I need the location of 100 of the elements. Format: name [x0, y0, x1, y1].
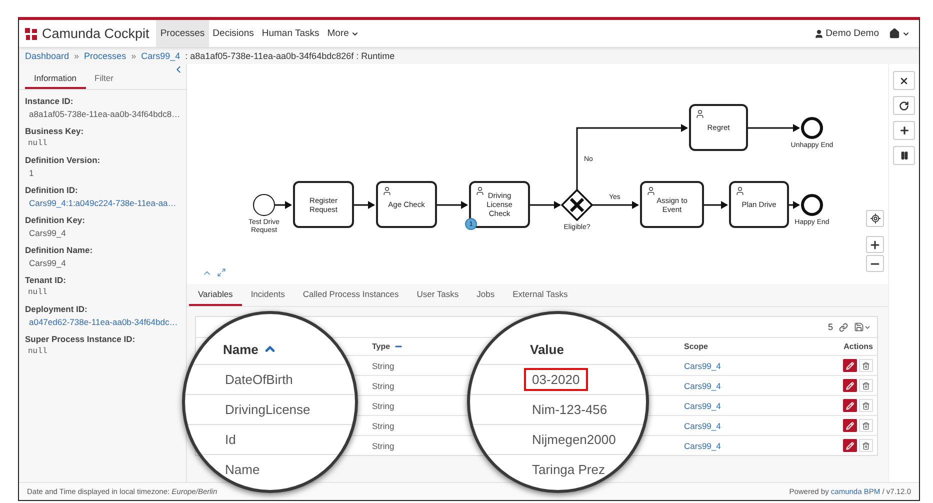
delete-button[interactable]	[859, 419, 873, 432]
nav-item[interactable]: Decisions	[208, 20, 258, 47]
tab[interactable]: Called Process Instances	[294, 284, 408, 306]
magnified-cell-text: Taringa Prez	[531, 461, 606, 479]
expand-icon	[217, 268, 226, 277]
column-header[interactable]: Actions	[844, 342, 873, 351]
delete-button[interactable]	[859, 359, 873, 372]
magnified-cell-text: Nim-123-456	[531, 401, 608, 419]
close-button[interactable]	[893, 71, 915, 90]
add-button[interactable]	[893, 121, 915, 140]
scope-link[interactable]: Cars99_4	[684, 360, 721, 370]
end-event	[801, 117, 823, 139]
save-menu-button[interactable]	[854, 322, 871, 332]
flow-arrow	[704, 201, 728, 209]
table-cell: String	[368, 375, 468, 395]
trash-icon	[862, 442, 870, 450]
suspend-button[interactable]	[893, 146, 915, 165]
edit-button[interactable]	[843, 359, 857, 372]
tab[interactable]: Jobs	[468, 284, 504, 306]
refresh-button[interactable]	[893, 96, 915, 115]
column-header[interactable]: Scope	[684, 342, 708, 351]
nav-item[interactable]: Processes	[156, 20, 209, 47]
app-title: Camunda Cockpit	[42, 26, 150, 41]
scope-link[interactable]: Cars99_4	[684, 380, 721, 390]
table-cell: String	[368, 415, 468, 435]
field-label: Tenant ID:	[25, 275, 67, 285]
magnified-cell-text: Name	[224, 461, 261, 479]
edit-button[interactable]	[843, 379, 857, 392]
tab[interactable]: External Tasks	[504, 284, 577, 306]
column-header[interactable]: Type	[372, 342, 390, 351]
flow-arrow	[354, 201, 375, 209]
flow-arrow	[748, 124, 800, 132]
user-menu[interactable]: Demo Demo	[808, 20, 884, 47]
field-label: Definition Key:	[25, 215, 86, 225]
pause-icon	[900, 151, 908, 160]
breadcrumb-current: : a8a1af05-738e-11ea-aa0b-34f64bdc826f : Runtime	[185, 50, 395, 60]
edit-button[interactable]	[843, 439, 857, 452]
zoom-in-button[interactable]	[866, 236, 884, 253]
plus-icon	[869, 238, 881, 250]
delete-button[interactable]	[859, 379, 873, 392]
center-view-button[interactable]	[866, 210, 884, 227]
breadcrumb-separator: »	[74, 50, 80, 60]
field-link[interactable]: Cars99_4:1:a049c224-738e-11ea-aa…	[25, 198, 176, 208]
tab[interactable]: Variables	[189, 284, 242, 306]
pencil-icon	[846, 382, 854, 390]
table-cell: String	[368, 355, 468, 375]
column-header: Value	[530, 342, 564, 356]
user-icon	[646, 186, 656, 196]
start-event	[253, 194, 275, 216]
close-icon	[899, 76, 909, 86]
field-label: Business Key:	[25, 126, 85, 136]
field-label: Definition ID:	[25, 185, 79, 195]
link-button[interactable]	[839, 322, 848, 332]
sidebar-tab[interactable]: Filter	[86, 70, 122, 89]
edit-button[interactable]	[843, 399, 857, 412]
magnified-cell-text: DateOfBirth	[224, 371, 294, 389]
scope-link[interactable]: Cars99_4	[684, 420, 721, 430]
breadcrumb-link[interactable]: Processes	[84, 50, 126, 60]
nav-item[interactable]: Human Tasks	[258, 20, 324, 47]
pencil-icon	[846, 402, 854, 410]
column-header: Name	[223, 342, 258, 356]
breadcrumb-link[interactable]: Dashboard	[25, 50, 70, 60]
field-label: Definition Version:	[25, 155, 102, 165]
sidebar-tab[interactable]: Information	[25, 70, 86, 89]
trash-icon	[862, 422, 870, 430]
breadcrumb-link[interactable]: Cars99_4	[141, 50, 180, 60]
scope-link[interactable]: Cars99_4	[684, 440, 721, 450]
edit-button[interactable]	[843, 419, 857, 432]
save-icon	[854, 322, 864, 332]
trash-icon	[862, 382, 870, 390]
flow-arrow	[437, 201, 468, 209]
user-icon	[382, 186, 392, 196]
user-icon	[814, 28, 824, 38]
magnified-cell-text: DrivingLicense	[224, 401, 312, 419]
tab[interactable]: User Tasks	[408, 284, 468, 306]
refresh-icon	[899, 100, 909, 110]
expand-button[interactable]	[217, 268, 226, 277]
field-value: null	[27, 288, 48, 297]
flow-arrow	[592, 201, 639, 209]
trash-icon	[862, 362, 870, 370]
tab[interactable]: Incidents	[242, 284, 294, 306]
field-link[interactable]: a047ed62-738e-11ea-aa0b-34f64bdc…	[25, 317, 178, 327]
field-label: Instance ID:	[25, 96, 74, 106]
zoom-out-button[interactable]	[866, 255, 884, 272]
variable-count: 5	[828, 322, 833, 332]
field-value: 1	[28, 168, 34, 178]
field-value: a8a1af05-738e-11ea-aa0b-34f64bdc8…	[28, 109, 180, 119]
breadcrumb-separator: »	[131, 50, 136, 60]
scope-link[interactable]: Cars99_4	[684, 400, 721, 410]
delete-button[interactable]	[859, 399, 873, 412]
end-event	[801, 194, 823, 216]
magnified-cell-text: Id	[224, 431, 237, 449]
flow-arrow	[789, 201, 800, 209]
delete-button[interactable]	[859, 439, 873, 452]
pencil-icon	[846, 442, 854, 450]
field-label: Deployment ID:	[25, 304, 88, 314]
field-value: Cars99_4	[28, 228, 66, 238]
nav-item[interactable]: More	[323, 20, 363, 47]
caret-icon	[864, 324, 871, 330]
field-value: null	[27, 347, 48, 356]
